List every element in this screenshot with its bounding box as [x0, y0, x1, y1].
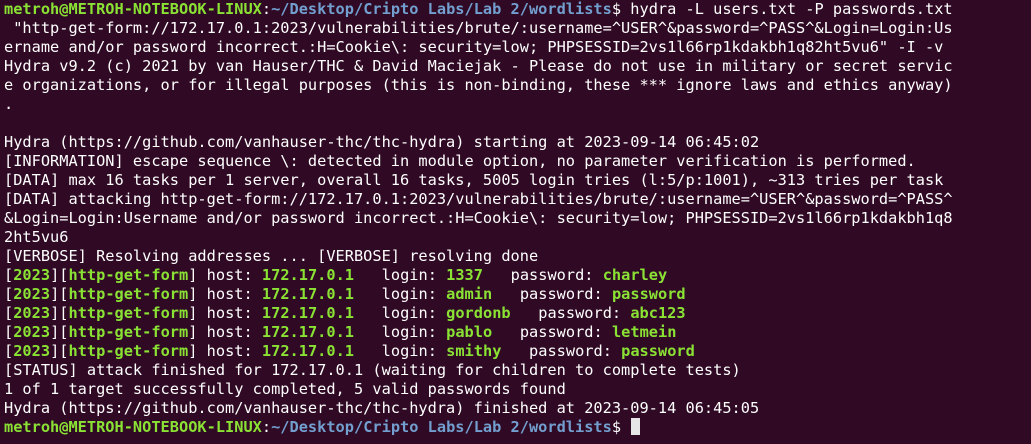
- bracket: [: [4, 266, 14, 284]
- result-port: 2023: [13, 342, 51, 360]
- result-port: 2023: [13, 266, 51, 284]
- prompt-path: ~/Desktop/Cripto Labs/Lab 2/wordlists: [271, 0, 612, 18]
- bracket: [: [4, 285, 14, 303]
- result-row: [2023][http-get-form] host: 172.17.0.1 l…: [4, 285, 1031, 304]
- host-label: host:: [197, 342, 262, 360]
- password-label: password:: [510, 304, 631, 322]
- password-label: password:: [501, 342, 622, 360]
- host-label: host:: [197, 285, 262, 303]
- result-password: charley: [602, 266, 668, 284]
- prompt-symbol: $: [611, 0, 631, 18]
- bracket: ]: [50, 342, 60, 360]
- final-prompt-line[interactable]: metroh@METROH-NOTEBOOK-LINUX:~/Desktop/C…: [4, 418, 1031, 437]
- host-label: host:: [197, 304, 262, 322]
- host-label: host:: [197, 323, 262, 341]
- output-line-verbose: [VERBOSE] Resolving addresses ... [VERBO…: [4, 247, 539, 265]
- output-line-summary: 1 of 1 target successfully completed, 5 …: [4, 380, 566, 398]
- login-label: login:: [354, 304, 447, 322]
- command-text: hydra -L users.txt -P passwords.txt: [630, 0, 953, 18]
- result-port: 2023: [13, 323, 51, 341]
- output-line-data-attacking: [DATA] attacking http-get-form://172.17.…: [4, 190, 953, 208]
- bracket: ]: [50, 304, 60, 322]
- bracket: [: [59, 285, 69, 303]
- result-module: http-get-form: [68, 285, 189, 303]
- result-row: [2023][http-get-form] host: 172.17.0.1 l…: [4, 266, 1031, 285]
- bracket: [: [59, 304, 69, 322]
- prompt-user-host: metroh@METROH-NOTEBOOK-LINUX: [4, 0, 262, 18]
- password-label: password:: [492, 285, 612, 303]
- result-module: http-get-form: [68, 323, 189, 341]
- command-line-2: "http-get-form://172.17.0.1:2023/vulnera…: [4, 19, 953, 37]
- result-row: [2023][http-get-form] host: 172.17.0.1 l…: [4, 323, 1031, 342]
- output-line-data-tasks: [DATA] max 16 tasks per 1 server, overal…: [4, 171, 944, 189]
- result-row: [2023][http-get-form] host: 172.17.0.1 l…: [4, 304, 1031, 323]
- prompt-separator: :: [261, 418, 272, 436]
- result-login: 1337: [446, 266, 483, 284]
- bracket: [: [4, 323, 14, 341]
- result-login: pablo: [446, 323, 493, 341]
- bracket: [: [59, 342, 69, 360]
- banner-line-2: e organizations, or for illegal purposes…: [4, 76, 953, 94]
- login-label: login:: [354, 342, 447, 360]
- result-host: 172.17.0.1: [261, 323, 355, 341]
- command-line-1: metroh@METROH-NOTEBOOK-LINUX:~/Desktop/C…: [4, 0, 1031, 19]
- bracket: [: [4, 342, 14, 360]
- result-password: password: [621, 342, 695, 360]
- result-login: gordonb: [446, 304, 511, 322]
- terminal-window[interactable]: metroh@METROH-NOTEBOOK-LINUX:~/Desktop/C…: [0, 0, 1031, 444]
- login-label: login:: [354, 323, 447, 341]
- prompt-symbol: $: [611, 418, 631, 436]
- result-login: smithy: [446, 342, 502, 360]
- result-password: password: [611, 285, 686, 303]
- result-module: http-get-form: [68, 342, 189, 360]
- result-password: letmein: [611, 323, 677, 341]
- bracket: [: [59, 266, 69, 284]
- output-line-status: [STATUS] attack finished for 172.17.0.1 …: [4, 361, 741, 379]
- result-module: http-get-form: [68, 266, 189, 284]
- output-line-data-attacking-cont: &Login=Login:Username and/or password in…: [4, 209, 953, 227]
- result-port: 2023: [13, 304, 51, 322]
- password-label: password:: [492, 323, 612, 341]
- output-line-information: [INFORMATION] escape sequence \: detecte…: [4, 152, 916, 170]
- bracket: [: [4, 304, 14, 322]
- banner-line-1: Hydra v9.2 (c) 2021 by van Hauser/THC & …: [4, 57, 953, 75]
- bracket: ]: [50, 323, 60, 341]
- result-module: http-get-form: [68, 304, 189, 322]
- result-host: 172.17.0.1: [261, 285, 355, 303]
- login-label: login:: [354, 266, 447, 284]
- bracket: ]: [50, 266, 60, 284]
- prompt-path: ~/Desktop/Cripto Labs/Lab 2/wordlists: [271, 418, 612, 436]
- result-login: admin: [446, 285, 493, 303]
- banner-line-3: .: [4, 95, 14, 113]
- bracket: [: [59, 323, 69, 341]
- password-label: password:: [482, 266, 603, 284]
- result-host: 172.17.0.1: [261, 342, 355, 360]
- prompt-user-host: metroh@METROH-NOTEBOOK-LINUX: [4, 418, 262, 436]
- result-port: 2023: [13, 285, 51, 303]
- login-label: login:: [354, 285, 447, 303]
- command-line-3: ername and/or password incorrect.:H=Cook…: [4, 38, 944, 56]
- output-line-data-attacking-cont2: 2ht5vu6: [4, 228, 69, 246]
- result-password: abc123: [630, 304, 686, 322]
- result-host: 172.17.0.1: [261, 266, 355, 284]
- bracket: ]: [50, 285, 60, 303]
- output-line-start: Hydra (https://github.com/vanhauser-thc/…: [4, 133, 760, 151]
- output-line-finished: Hydra (https://github.com/vanhauser-thc/…: [4, 399, 760, 417]
- host-label: host:: [197, 266, 262, 284]
- text-cursor[interactable]: [631, 418, 641, 435]
- result-host: 172.17.0.1: [261, 304, 355, 322]
- prompt-separator: :: [261, 0, 272, 18]
- result-row: [2023][http-get-form] host: 172.17.0.1 l…: [4, 342, 1031, 361]
